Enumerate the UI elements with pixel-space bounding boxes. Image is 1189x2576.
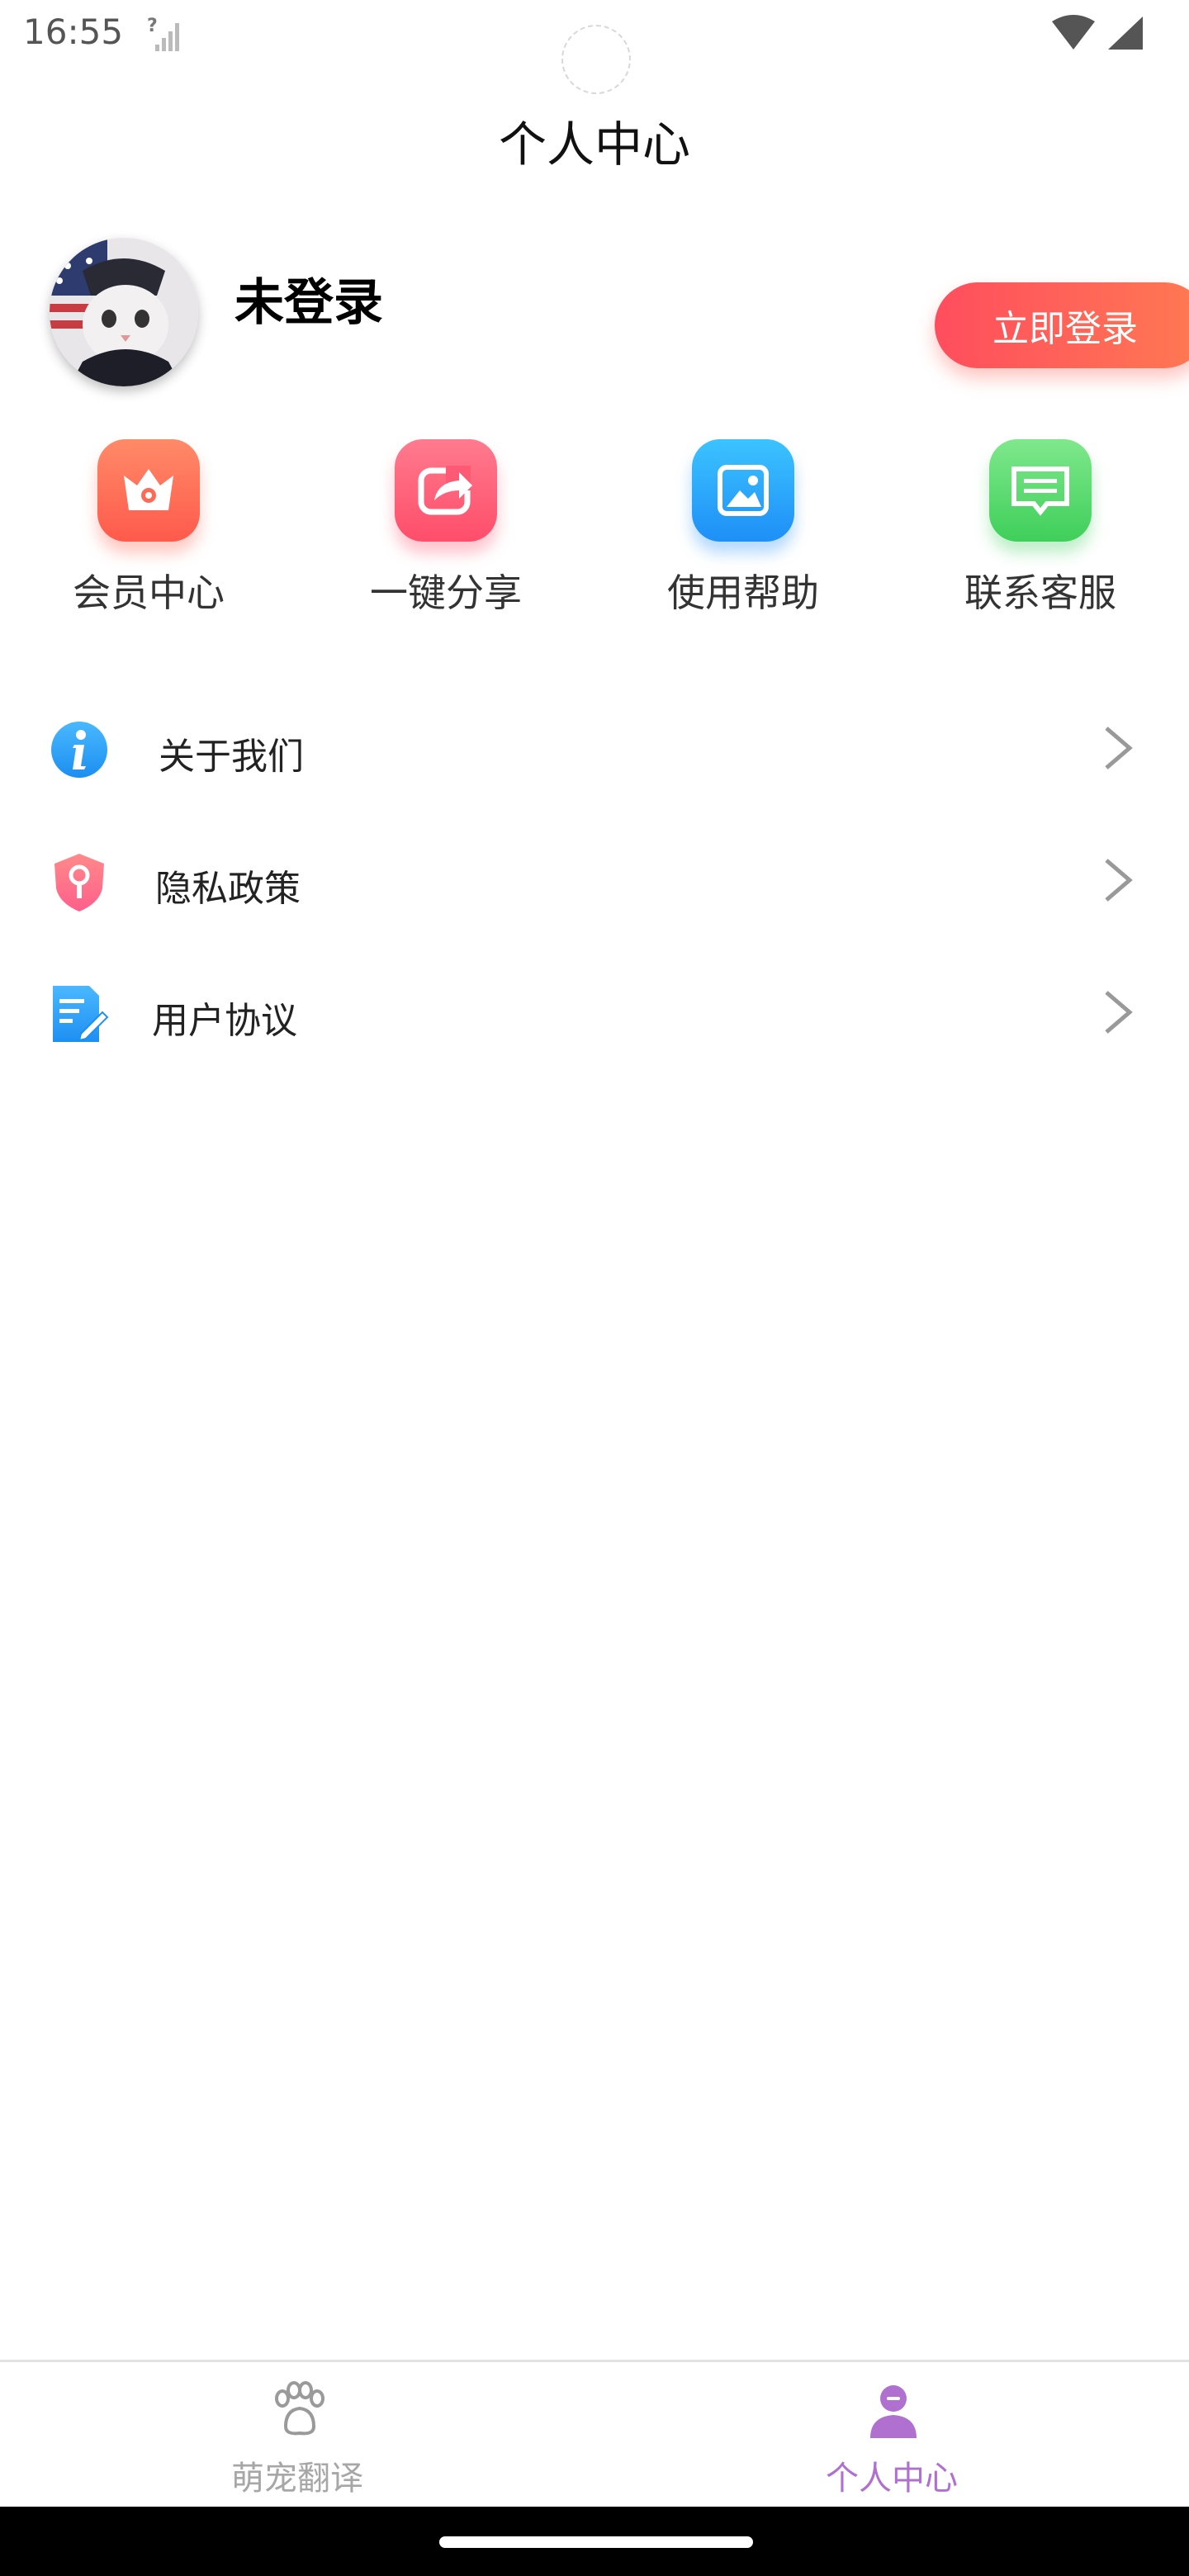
status-time: 16:55 [23,12,124,52]
quick-action-label: 使用帮助 [667,571,819,615]
message-icon [989,439,1092,542]
image-icon [692,439,794,542]
username: 未登录 [234,274,383,332]
tab-profile[interactable]: 个人中心 [594,2362,1189,2509]
document-edit-icon [53,986,109,1042]
home-indicator[interactable] [439,2536,753,2548]
wifi-icon [1052,15,1095,50]
cat-avatar-image [50,238,198,386]
quick-action-label: 会员中心 [73,571,225,615]
page-title: 个人中心 [498,116,690,173]
menu-item-privacy-policy[interactable]: 隐私政策 [0,817,1189,941]
avatar[interactable] [50,238,198,386]
menu-item-label: 关于我们 [159,736,304,778]
user-icon [870,2385,917,2438]
tab-label: 萌宠翻译 [231,2460,363,2498]
quick-action-contact-service[interactable]: 联系客服 [941,439,1139,621]
menu-item-label: 用户协议 [152,1000,297,1042]
menu-item-about-us[interactable]: 关于我们 [0,685,1189,809]
svg-text:?: ? [147,16,158,36]
login-button[interactable]: 立即登录 [935,282,1189,368]
chevron-right-icon [1105,991,1133,1034]
signal-unknown-icon: ? [147,16,179,51]
quick-action-label: 一键分享 [370,571,522,615]
share-icon [395,439,497,542]
cell-signal-icon [1108,17,1143,50]
chevron-right-icon [1105,727,1133,769]
tab-label: 个人中心 [826,2460,958,2498]
bottom-nav: 萌宠翻译 个人中心 [0,2360,1189,2507]
shield-key-icon [54,854,104,912]
quick-action-vip-center[interactable]: 会员中心 [50,439,248,621]
camera-cutout [561,25,631,94]
status-bar: 16:55 ? [0,0,1189,94]
chevron-right-icon [1105,859,1133,902]
quick-action-help[interactable]: 使用帮助 [644,439,842,621]
quick-action-label: 联系客服 [964,571,1116,615]
crown-icon [97,439,200,542]
info-icon [51,722,107,778]
menu-item-label: 隐私政策 [155,868,301,910]
quick-action-share[interactable]: 一键分享 [347,439,545,621]
tab-pet-translate[interactable]: 萌宠翻译 [0,2362,594,2509]
paw-icon [275,2381,324,2436]
status-right-icons [1052,15,1143,50]
menu-item-user-agreement[interactable]: 用户协议 [0,949,1189,1073]
